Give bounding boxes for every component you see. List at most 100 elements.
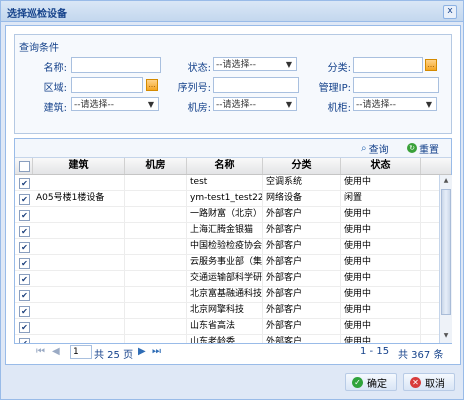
cell-room	[125, 335, 187, 343]
cabinet-select-value: --请选择--	[356, 100, 396, 110]
cell-name: test	[187, 175, 263, 190]
row-checkbox[interactable]: ✔	[19, 322, 30, 333]
cancel-button-label: 取消	[425, 378, 445, 390]
cell-category: 外部客户	[263, 255, 341, 270]
room-select-value: --请选择--	[216, 100, 256, 110]
row-checkbox[interactable]: ✔	[19, 178, 30, 189]
scroll-down-icon[interactable]: ▼	[441, 331, 451, 341]
building-select-value: --请选择--	[74, 100, 114, 110]
filter-legend: 查询条件	[19, 43, 59, 54]
scrollbar-thumb[interactable]	[441, 189, 451, 315]
record-total: 共 367 条	[398, 350, 444, 361]
cell-room	[125, 223, 187, 238]
query-button-label: 查询	[368, 144, 389, 156]
mgmt-ip-input[interactable]	[353, 77, 439, 93]
cell-room	[125, 191, 187, 206]
row-checkbox[interactable]: ✔	[19, 274, 30, 285]
table-row[interactable]: ✔ 云服务事业部（集 外部客户 使用中	[15, 255, 439, 271]
cell-status: 使用中	[341, 303, 421, 318]
grid-toolbar: ⌕ 查询 ↻ 重置	[15, 139, 451, 158]
cell-building	[33, 335, 125, 343]
cell-room	[125, 207, 187, 222]
name-input[interactable]	[71, 57, 161, 73]
select-all-header[interactable]	[15, 158, 33, 174]
cell-room	[125, 303, 187, 318]
next-page-icon[interactable]: ▶	[138, 346, 146, 357]
dialog-body: 查询条件 名称: 状态: --请选择-- ▼ 分类: … 区域: … 序列号: 管…	[5, 25, 461, 365]
cell-name: 云服务事业部（集	[187, 255, 263, 270]
device-grid: ⌕查询 ↻重置 建筑 机房 名称 分类 状态 ✔ test 空调系统 使用中	[14, 138, 452, 344]
cell-building	[33, 271, 125, 286]
cabinet-select[interactable]: --请选择-- ▼	[353, 97, 437, 111]
category-picker-icon[interactable]: …	[425, 59, 437, 71]
record-range: 1 - 15	[360, 346, 390, 357]
building-label: 建筑:	[43, 103, 67, 114]
building-select[interactable]: --请选择-- ▼	[71, 97, 159, 111]
refresh-icon: ↻	[407, 143, 417, 153]
close-icon[interactable]: x	[443, 5, 457, 19]
table-row[interactable]: ✔ 山东省高法 外部客户 使用中	[15, 319, 439, 335]
category-input[interactable]	[353, 57, 423, 73]
column-header-room[interactable]: 机房	[125, 158, 187, 174]
table-row[interactable]: ✔ 一路财富（北京） 外部客户 使用中	[15, 207, 439, 223]
cell-name: 北京富基融通科技	[187, 287, 263, 302]
dialog-window: 选择巡检设备 x 查询条件 名称: 状态: --请选择-- ▼ 分类: … 区域:…	[0, 0, 464, 400]
row-checkbox[interactable]: ✔	[19, 210, 30, 221]
cell-status: 使用中	[341, 175, 421, 190]
row-checkbox[interactable]: ✔	[19, 226, 30, 237]
row-checkbox[interactable]: ✔	[19, 194, 30, 205]
cell-building	[33, 239, 125, 254]
cell-category: 外部客户	[263, 319, 341, 334]
scroll-up-icon[interactable]: ▲	[441, 176, 451, 186]
reset-button[interactable]: ↻ 重置	[407, 142, 439, 156]
column-header-building[interactable]: 建筑	[33, 158, 125, 174]
table-row[interactable]: ✔ 北京网擎科技 外部客户 使用中	[15, 303, 439, 319]
chevron-down-icon: ▼	[147, 100, 154, 109]
table-row[interactable]: ✔ 山东老龄委 外部客户 使用中	[15, 335, 439, 343]
cell-building	[33, 223, 125, 238]
table-row[interactable]: ✔ A05号楼1楼设备 ym-test1_test22 网络设备 闲置	[15, 191, 439, 207]
total-pages-label: 共 25 页	[94, 350, 134, 361]
serial-input[interactable]	[213, 77, 299, 93]
grid-scrollbar[interactable]: ▲ ▼	[439, 175, 452, 343]
column-header-status[interactable]: 状态	[341, 158, 421, 174]
row-checkbox[interactable]: ✔	[19, 338, 30, 343]
cell-category: 外部客户	[263, 223, 341, 238]
cancel-button[interactable]: ✕ 取消	[403, 373, 455, 391]
name-label: 名称:	[43, 63, 67, 74]
ok-button[interactable]: ✓ 确定	[345, 373, 397, 391]
row-checkbox[interactable]: ✔	[19, 306, 30, 317]
select-all-checkbox[interactable]	[19, 161, 30, 172]
row-checkbox[interactable]: ✔	[19, 290, 30, 301]
grid-header: 建筑 机房 名称 分类 状态	[15, 158, 451, 175]
dialog-titlebar[interactable]: 选择巡检设备 x	[1, 1, 463, 22]
area-input[interactable]	[71, 77, 143, 93]
row-checkbox[interactable]: ✔	[19, 258, 30, 269]
page-number-input[interactable]: 1	[70, 345, 92, 359]
cell-status: 使用中	[341, 255, 421, 270]
first-page-icon[interactable]: ⏮	[36, 346, 45, 357]
prev-page-icon[interactable]: ◀	[52, 346, 60, 357]
reset-button-label: 重置	[419, 144, 439, 156]
table-row[interactable]: ✔ 北京富基融通科技 外部客户 使用中	[15, 287, 439, 303]
area-picker-icon[interactable]: …	[146, 79, 158, 91]
table-row[interactable]: ✔ 上海汇腾金银猫 外部客户 使用中	[15, 223, 439, 239]
check-icon: ✓	[352, 376, 363, 388]
area-label: 区域:	[43, 83, 67, 94]
status-select[interactable]: --请选择-- ▼	[213, 57, 297, 71]
serial-label: 序列号:	[177, 83, 211, 94]
query-button[interactable]: ⌕ 查询	[361, 142, 389, 156]
cabinet-label: 机柜:	[327, 103, 351, 114]
row-checkbox[interactable]: ✔	[19, 242, 30, 253]
table-row[interactable]: ✔ 交通运输部科学研 外部客户 使用中	[15, 271, 439, 287]
cell-room	[125, 271, 187, 286]
room-select[interactable]: --请选择-- ▼	[213, 97, 297, 111]
column-header-category[interactable]: 分类	[263, 158, 341, 174]
cell-status: 使用中	[341, 239, 421, 254]
cell-name: ym-test1_test22	[187, 191, 263, 206]
column-header-name[interactable]: 名称	[187, 158, 263, 174]
table-row[interactable]: ✔ 中国检验检疫协会 外部客户 使用中	[15, 239, 439, 255]
cell-category: 外部客户	[263, 287, 341, 302]
last-page-icon[interactable]: ⏭	[152, 346, 161, 357]
table-row[interactable]: ✔ test 空调系统 使用中	[15, 175, 439, 191]
